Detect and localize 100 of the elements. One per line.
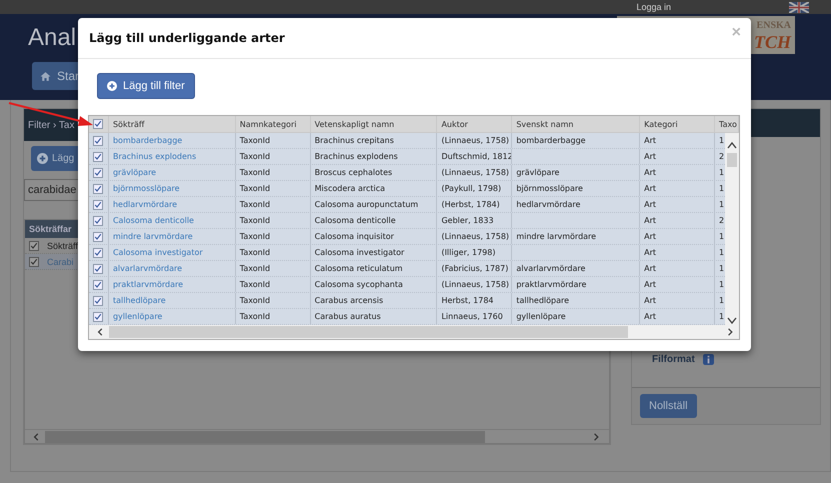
table-cell: (Fabricius, 1787) <box>441 264 508 274</box>
table-cell: Miscodera arctica <box>314 184 386 194</box>
species-link[interactable]: praktlarvmördare <box>112 280 184 290</box>
table-cell: TaxonId <box>240 280 270 290</box>
table-cell: Art <box>644 232 656 242</box>
checkbox[interactable] <box>93 200 103 210</box>
table-cell: Carabus arcensis <box>314 296 384 306</box>
table-cell: gyllenlöpare <box>516 312 566 322</box>
table-cell: (Linnaeus, 1758) <box>441 232 510 242</box>
table-cell: TaxonId <box>240 248 270 258</box>
home-icon <box>40 70 51 82</box>
table-cell: (Linnaeus, 1758) <box>441 136 510 146</box>
column-header[interactable]: Namnkategori <box>236 116 311 132</box>
table-cell: Brachinus explodens <box>314 152 398 162</box>
table-cell: Art <box>644 216 656 226</box>
dialog-title: Lägg till underliggande arter <box>89 31 285 45</box>
table-cell: (Paykull, 1798) <box>441 184 502 194</box>
chevron-right-icon <box>727 327 735 338</box>
column-header[interactable]: Taxo <box>715 116 739 132</box>
table-cell: (Herbst, 1784) <box>441 200 500 210</box>
checkbox[interactable] <box>93 168 103 178</box>
table-cell: Calosoma sycophanta <box>314 280 403 290</box>
close-button[interactable]: × <box>732 24 741 42</box>
table-cell: praktlarvmördare <box>516 280 586 290</box>
column-header[interactable]: Sökträff <box>108 116 236 132</box>
checkbox[interactable] <box>29 240 39 250</box>
column-header[interactable]: Kategori <box>640 116 716 132</box>
species-link[interactable]: tallhedlöpare <box>112 296 166 306</box>
table-cell: 1 <box>719 248 724 258</box>
table-cell: 1 <box>719 296 724 306</box>
column-header: Sökträff <box>47 240 78 250</box>
species-link[interactable]: Brachinus explodens <box>112 152 196 162</box>
checkbox[interactable] <box>93 264 103 274</box>
checkbox[interactable] <box>93 136 103 146</box>
table-cell: TaxonId <box>240 296 270 306</box>
table-cell: 1 <box>719 136 724 146</box>
table-cell: (Illiger, 1798) <box>441 248 496 258</box>
scroll-thumb[interactable] <box>45 430 485 442</box>
checkbox[interactable] <box>93 119 103 130</box>
chevron-down-icon <box>727 317 737 326</box>
table-cell: Art <box>644 248 656 258</box>
column-header[interactable]: Auktor <box>437 116 512 132</box>
checkbox[interactable] <box>93 296 103 306</box>
species-link[interactable]: gyllenlöpare <box>112 312 162 322</box>
page-title: Anal <box>28 24 78 52</box>
species-link[interactable]: alvarlarvmördare <box>112 264 182 274</box>
table-cell: Art <box>644 200 656 210</box>
scroll-thumb[interactable] <box>109 326 628 338</box>
scroll-thumb[interactable] <box>727 153 737 168</box>
table-cell: TaxonId <box>240 200 270 210</box>
reset-button[interactable]: Nollställ <box>640 394 697 418</box>
plus-icon <box>37 153 48 164</box>
table-cell: Carabus auratus <box>314 312 381 322</box>
chevron-right-icon <box>593 432 601 442</box>
table-cell: TaxonId <box>240 312 270 322</box>
horizontal-scrollbar[interactable] <box>89 325 739 339</box>
checkbox[interactable] <box>93 280 103 290</box>
checkbox[interactable] <box>93 216 103 226</box>
checkbox[interactable] <box>29 256 39 266</box>
result-link[interactable]: Carabi <box>47 256 74 266</box>
table-cell: hedlarvmördare <box>516 200 580 210</box>
field-label: Filformat <box>652 354 695 365</box>
horizontal-scrollbar[interactable] <box>25 429 609 443</box>
table-cell: 1 <box>719 168 724 178</box>
table-cell: Art <box>644 312 656 322</box>
checkbox[interactable] <box>93 232 103 242</box>
table-cell: 2 <box>719 216 724 226</box>
species-link[interactable]: hedlarvmördare <box>112 200 178 210</box>
table-cell: alvarlarvmördare <box>516 264 586 274</box>
table-cell: (Linnaeus, 1758) <box>441 280 510 290</box>
table-cell: (Linnaeus, 1758) <box>441 168 510 178</box>
logo-text: ENSKA <box>756 20 791 32</box>
checkbox[interactable] <box>93 248 103 258</box>
vertical-scrollbar[interactable] <box>725 133 739 326</box>
flag-icon <box>789 2 809 12</box>
table-cell: Art <box>644 184 656 194</box>
table-cell: TaxonId <box>240 184 270 194</box>
table-cell: Linnaeus, 1760 <box>441 312 503 322</box>
table-cell: 1 <box>719 280 724 290</box>
table-cell: TaxonId <box>240 264 270 274</box>
table-cell: 1 <box>719 264 724 274</box>
table-cell: Calosoma investigator <box>314 248 404 258</box>
chevron-up-icon <box>727 141 737 150</box>
logo-text: TCH <box>754 32 791 52</box>
add-filter-button[interactable]: Lägg till filter <box>97 73 195 99</box>
checkbox[interactable] <box>93 152 103 162</box>
column-header[interactable]: Svenskt namn <box>512 116 640 132</box>
table-cell: TaxonId <box>240 168 270 178</box>
species-link[interactable]: grävlöpare <box>112 168 156 178</box>
species-link[interactable]: björnmosslöpare <box>112 184 180 194</box>
table-cell: Art <box>644 296 656 306</box>
info-icon <box>702 354 714 365</box>
checkbox[interactable] <box>93 312 103 322</box>
login-link[interactable]: Logga in <box>636 2 671 12</box>
checkbox[interactable] <box>93 184 103 194</box>
species-link[interactable]: Calosoma investigator <box>112 248 203 258</box>
plus-icon <box>107 81 117 91</box>
table-cell: Art <box>644 136 656 146</box>
column-header[interactable]: Vetenskapligt namn <box>310 116 438 132</box>
table-cell: grävlöpare <box>516 168 560 178</box>
